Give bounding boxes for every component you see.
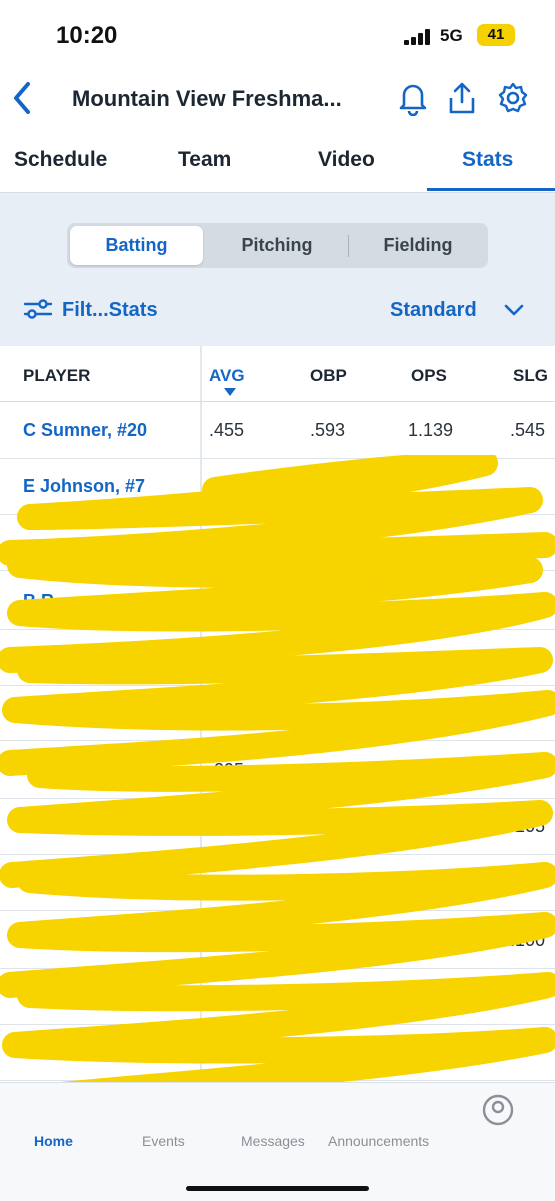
tab-video[interactable]: Video xyxy=(318,148,375,172)
cell-slg: .205 xyxy=(510,816,546,836)
player-link[interactable]: Altice, #8 xyxy=(42,816,121,837)
tab-schedule[interactable]: Schedule xyxy=(14,148,107,172)
segment-batting[interactable]: Batting xyxy=(70,226,203,265)
nav-events[interactable]: Events xyxy=(142,1133,185,1149)
table-row: Altice, #8 .250 .205 xyxy=(0,798,555,855)
status-time: 10:20 xyxy=(56,22,118,49)
table-row: C Sumner, #20 .455 .593 1.139 .545 xyxy=(0,402,555,459)
table-row xyxy=(0,514,555,571)
player-link[interactable]: E Sa xyxy=(23,702,62,723)
nav-messages[interactable]: Messages xyxy=(241,1133,305,1149)
back-arrow-icon[interactable] xyxy=(10,80,36,116)
team-tabs: Schedule Team Video Stats xyxy=(0,128,555,193)
gear-icon[interactable] xyxy=(496,80,530,116)
nav-announcements[interactable]: Announcements xyxy=(328,1133,429,1149)
status-bar: 10:20 5G 41 xyxy=(0,0,555,70)
table-row: A Acosta, #12 .100 xyxy=(0,912,555,969)
segment-fielding[interactable]: Fielding xyxy=(350,226,486,265)
table-row xyxy=(0,854,555,911)
column-header-slg[interactable]: SLG xyxy=(513,366,548,386)
table-row xyxy=(0,629,555,686)
cell-obp: .593 xyxy=(310,420,346,440)
filter-stats-button[interactable]: Filt...Stats xyxy=(62,299,158,322)
table-header: PLAYER AVG OBP OPS SLG xyxy=(0,346,555,402)
stats-controls: Batting Pitching Fielding Filt...Stats S… xyxy=(0,193,555,346)
stat-type-segmented-control: Batting Pitching Fielding xyxy=(67,223,488,268)
filter-icon[interactable] xyxy=(23,298,53,320)
share-icon[interactable] xyxy=(445,80,479,116)
cell-avg: .455 xyxy=(209,420,245,440)
player-link[interactable]: A Acosta, #12 xyxy=(23,930,140,951)
column-header-avg[interactable]: AVG xyxy=(209,366,245,386)
tab-stats[interactable]: Stats xyxy=(462,148,513,172)
cell-slg: .100 xyxy=(510,930,546,950)
network-label: 5G xyxy=(440,26,463,45)
table-row xyxy=(0,968,555,1025)
cell-avg: .295 xyxy=(209,760,245,780)
table-row xyxy=(0,1024,555,1081)
view-select-label[interactable]: Standard xyxy=(390,299,477,322)
column-header-obp[interactable]: OBP xyxy=(310,366,347,386)
player-link[interactable]: C Sumner, #20 xyxy=(23,420,147,441)
active-tab-indicator xyxy=(427,188,555,191)
cell-avg: .250 xyxy=(209,816,245,836)
player-link[interactable]: B R xyxy=(23,591,54,612)
chevron-down-icon[interactable] xyxy=(503,301,525,319)
signal-icon xyxy=(404,29,432,45)
bottom-tab-bar: Home Events Messages Announcements xyxy=(0,1082,555,1201)
cell-ops: 1.139 xyxy=(408,420,454,440)
app-header: Mountain View Freshma... xyxy=(0,70,555,128)
table-row: E Sa xyxy=(0,684,555,741)
cell-slg: .545 xyxy=(510,420,546,440)
battery-icon: 41 xyxy=(477,24,515,46)
player-link[interactable]: E Johnson, #7 xyxy=(23,476,145,497)
nav-home[interactable]: Home xyxy=(34,1133,73,1149)
column-header-player[interactable]: PLAYER xyxy=(23,366,90,386)
column-header-ops[interactable]: OPS xyxy=(411,366,447,386)
page-title: Mountain View Freshma... xyxy=(72,86,342,111)
home-indicator xyxy=(186,1186,369,1191)
table-row: Ulloa, #6 .295 xyxy=(0,742,555,799)
segment-pitching[interactable]: Pitching xyxy=(207,226,347,265)
bell-icon[interactable] xyxy=(396,80,430,116)
segment-divider xyxy=(348,235,349,257)
player-link[interactable]: Ulloa, #6 xyxy=(45,760,119,781)
tab-team[interactable]: Team xyxy=(178,148,231,172)
table-row: E Johnson, #7 xyxy=(0,458,555,515)
sort-descending-icon xyxy=(224,388,236,396)
table-row: B R xyxy=(0,573,555,630)
profile-icon[interactable] xyxy=(481,1093,515,1127)
